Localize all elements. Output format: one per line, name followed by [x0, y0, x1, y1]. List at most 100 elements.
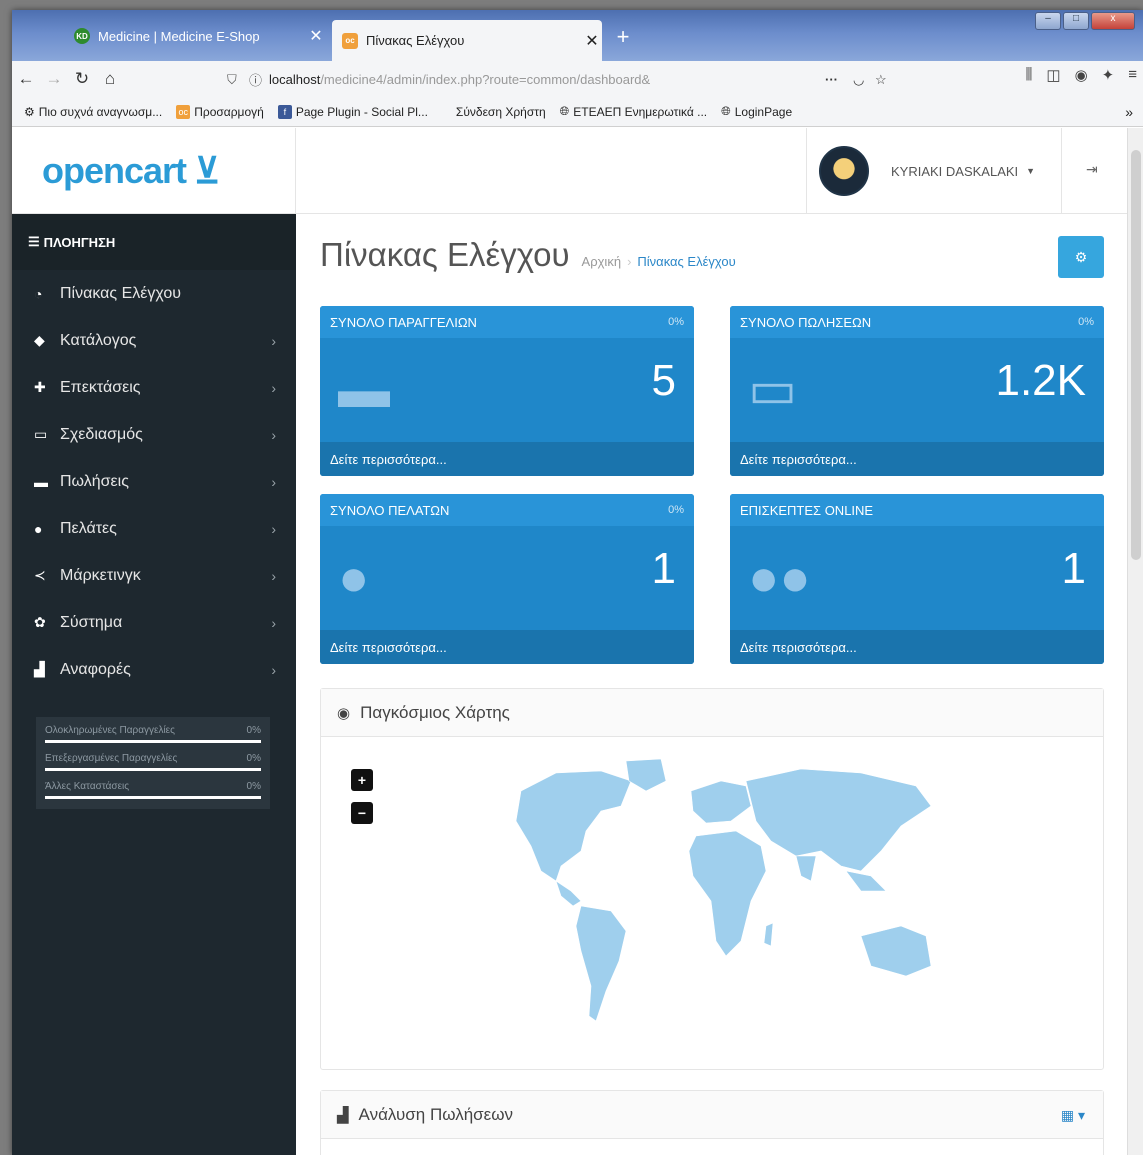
- navigation-toolbar: ← → ↻ ⌂ ⛉ ⓘ localhost/medicine4/admin/in…: [12, 61, 1143, 97]
- calendar-icon[interactable]: ▦ ▾: [1061, 1107, 1085, 1124]
- chevron-right-icon: ›: [271, 426, 276, 443]
- tile-total-sales: ΣΥΝΟΛΟ ΠΩΛΗΣΕΩΝ 0% ▭ 1.2K Δείτε περισσότερ…: [730, 306, 1104, 476]
- user-icon: ●: [338, 549, 370, 607]
- tile-value: 5: [651, 356, 676, 405]
- bookmark-user-login[interactable]: Σύνδεση Χρήστη: [456, 105, 546, 119]
- shield-icon[interactable]: ⛉: [227, 72, 249, 88]
- page-header: Πίνακας Ελέγχου Αρχική › Πίνακας Ελέγχου: [320, 236, 736, 274]
- pocket-icon[interactable]: ◡: [853, 72, 875, 88]
- breadcrumb-current[interactable]: Πίνακας Ελέγχου: [637, 254, 735, 269]
- sidebar-heading: ☰ ΠΛΟΗΓΗΣΗ: [12, 214, 296, 270]
- menu-icon[interactable]: ≡: [1128, 66, 1137, 84]
- page-title: Πίνακας Ελέγχου: [320, 236, 570, 273]
- zoom-out-button[interactable]: −: [351, 802, 373, 824]
- progress-bar: [45, 768, 261, 771]
- bookmark-customize[interactable]: oc Προσαρμογή: [176, 104, 264, 119]
- zoom-in-button[interactable]: +: [351, 769, 373, 791]
- gear-icon: ⚙: [1074, 248, 1088, 265]
- view-more-link[interactable]: Δείτε περισσότερα...: [730, 442, 1104, 476]
- minimize-button[interactable]: –: [1035, 12, 1061, 30]
- globe-icon: ◉: [337, 704, 351, 722]
- map-asia: [745, 768, 932, 872]
- view-more-link[interactable]: Δείτε περισσότερα...: [320, 442, 694, 476]
- tile-value: 1.2K: [995, 356, 1086, 405]
- facebook-icon: f: [277, 104, 292, 119]
- close-tab-icon[interactable]: ✕: [306, 26, 326, 46]
- tile-total-orders: ΣΥΝΟΛΟ ΠΑΡΑΓΓΕΛΙΩΝ 0% ▬ 5 Δείτε περισσότερ…: [320, 306, 694, 476]
- tab-title: Πίνακας Ελέγχου: [366, 33, 465, 48]
- account-icon[interactable]: ◉: [1075, 66, 1088, 84]
- sidebar-item-dashboard[interactable]: ◔ Πίνακας Ελέγχου: [12, 270, 296, 317]
- sidebar-item-catalog[interactable]: ◆ Κατάλογος ›: [12, 317, 296, 364]
- globe-icon: 🌐︎: [721, 104, 731, 118]
- back-icon[interactable]: ←: [12, 69, 40, 89]
- sidebar-item-marketing[interactable]: ≺ Μάρκετινγκ ›: [12, 552, 296, 599]
- sidebar-item-extensions[interactable]: ✚ Επεκτάσεις ›: [12, 364, 296, 411]
- view-more-link[interactable]: Δείτε περισσότερα...: [320, 630, 694, 664]
- reload-icon[interactable]: ↻: [68, 69, 96, 89]
- tab-title: Medicine | Medicine E-Shop: [98, 28, 260, 44]
- user-name: KYRIAKI DASKALAKI: [891, 163, 1019, 179]
- toolbar-right: ⫼ ◫ ◉ ✦ ≡: [1025, 66, 1137, 84]
- view-more-link[interactable]: Δείτε περισσότερα...: [730, 630, 1104, 664]
- sales-title: Ανάλυση Πωλήσεων: [358, 1104, 513, 1124]
- library-icon[interactable]: ⫼: [1025, 66, 1032, 84]
- chevron-right-icon: ›: [271, 473, 276, 490]
- user-menu[interactable]: KYRIAKI DASKALAKI ▼: [806, 128, 1062, 214]
- map-india: [795, 855, 817, 882]
- puzzle-icon: ✚: [34, 379, 46, 395]
- world-map[interactable]: [461, 751, 961, 1041]
- url-text[interactable]: localhost/medicine4/admin/index.php?rout…: [269, 72, 825, 87]
- info-icon[interactable]: ⓘ: [249, 70, 269, 89]
- forward-icon[interactable]: →: [40, 69, 68, 89]
- credit-card-icon: ▭: [748, 361, 798, 419]
- opencart-logo[interactable]: opencart ⊻: [12, 128, 296, 214]
- settings-button[interactable]: ⚙: [1058, 236, 1104, 278]
- close-tab-icon[interactable]: ✕: [582, 31, 602, 51]
- bookmarks-bar: ⚙ Πιο συχνά αναγνωσμ... oc Προσαρμογή f Pag…: [12, 97, 1143, 127]
- stat-completed-orders: Ολοκληρωμένες Παραγγελίες 0%: [45, 725, 261, 743]
- page-scrollbar[interactable]: [1127, 128, 1143, 1155]
- maximize-button[interactable]: □: [1063, 12, 1089, 30]
- tab-dashboard[interactable]: oc Πίνακας Ελέγχου ✕: [332, 20, 602, 61]
- extension-icon[interactable]: ✦: [1102, 66, 1115, 84]
- bookmark-most-visited[interactable]: ⚙ Πιο συχνά αναγνωσμ...: [24, 105, 162, 119]
- breadcrumb-home[interactable]: Αρχική: [582, 254, 622, 269]
- chevron-right-icon: ›: [271, 332, 276, 349]
- tag-icon: ◆: [34, 332, 45, 348]
- world-map-panel: ◉ Παγκόσμιος Χάρτης + −: [320, 688, 1104, 1070]
- bookmark-page-plugin[interactable]: f Page Plugin - Social Pl...: [277, 104, 428, 119]
- breadcrumb: Αρχική › Πίνακας Ελέγχου: [581, 254, 736, 269]
- logout-icon[interactable]: ⇥: [1086, 161, 1098, 178]
- bars-icon: ☰: [28, 234, 40, 249]
- main-panel: Πίνακας Ελέγχου Αρχική › Πίνακας Ελέγχου ⚙…: [296, 214, 1127, 1155]
- tab-strip: KD Medicine | Medicine E-Shop ✕ oc Πίνακ…: [12, 10, 1143, 61]
- tab-medicine-eshop[interactable]: KD Medicine | Medicine E-Shop ✕: [64, 18, 326, 54]
- kd-favicon-icon: KD: [74, 28, 90, 44]
- url-bar[interactable]: ⛉ ⓘ localhost/medicine4/admin/index.php?…: [227, 66, 897, 93]
- scrollbar-thumb[interactable]: [1131, 150, 1141, 560]
- bookmark-eteaep[interactable]: 🌐︎ ΕΤΕΑΕΠ Ενημερωτικά ...: [560, 104, 707, 119]
- chevron-right-icon: ›: [271, 661, 276, 678]
- map-central-america: [555, 880, 582, 907]
- map-madagascar: [763, 922, 774, 947]
- sidebar-menu: ◔ Πίνακας Ελέγχου ◆ Κατάλογος › ✚ Επεκτάσεις…: [12, 270, 296, 693]
- sidebar-item-system[interactable]: ✿ Σύστημα ›: [12, 599, 296, 646]
- sidebar-item-reports[interactable]: ▟ Αναφορές ›: [12, 646, 296, 693]
- sidebar-item-customers[interactable]: ● Πελάτες ›: [12, 505, 296, 552]
- more-actions-icon[interactable]: ···: [825, 72, 853, 87]
- chevron-right-icon: ›: [271, 379, 276, 396]
- map-southeast-asia: [845, 870, 887, 892]
- user-icon: ●: [34, 520, 43, 537]
- new-tab-button[interactable]: +: [610, 24, 636, 50]
- close-window-button[interactable]: x: [1091, 12, 1135, 30]
- sidebar-item-sales[interactable]: ▬ Πωλήσεις ›: [12, 458, 296, 505]
- map-greenland: [625, 758, 667, 792]
- sidebar-icon[interactable]: ◫: [1046, 66, 1060, 84]
- bookmark-star-icon[interactable]: ☆: [875, 72, 897, 88]
- sidebar-item-design[interactable]: ▭ Σχεδιασμός ›: [12, 411, 296, 458]
- overflow-chevron-icon[interactable]: »: [1125, 104, 1133, 120]
- home-icon[interactable]: ⌂: [96, 69, 124, 89]
- tile-value: 1: [1061, 544, 1086, 593]
- bookmark-loginpage[interactable]: 🌐︎ LoginPage: [721, 104, 792, 119]
